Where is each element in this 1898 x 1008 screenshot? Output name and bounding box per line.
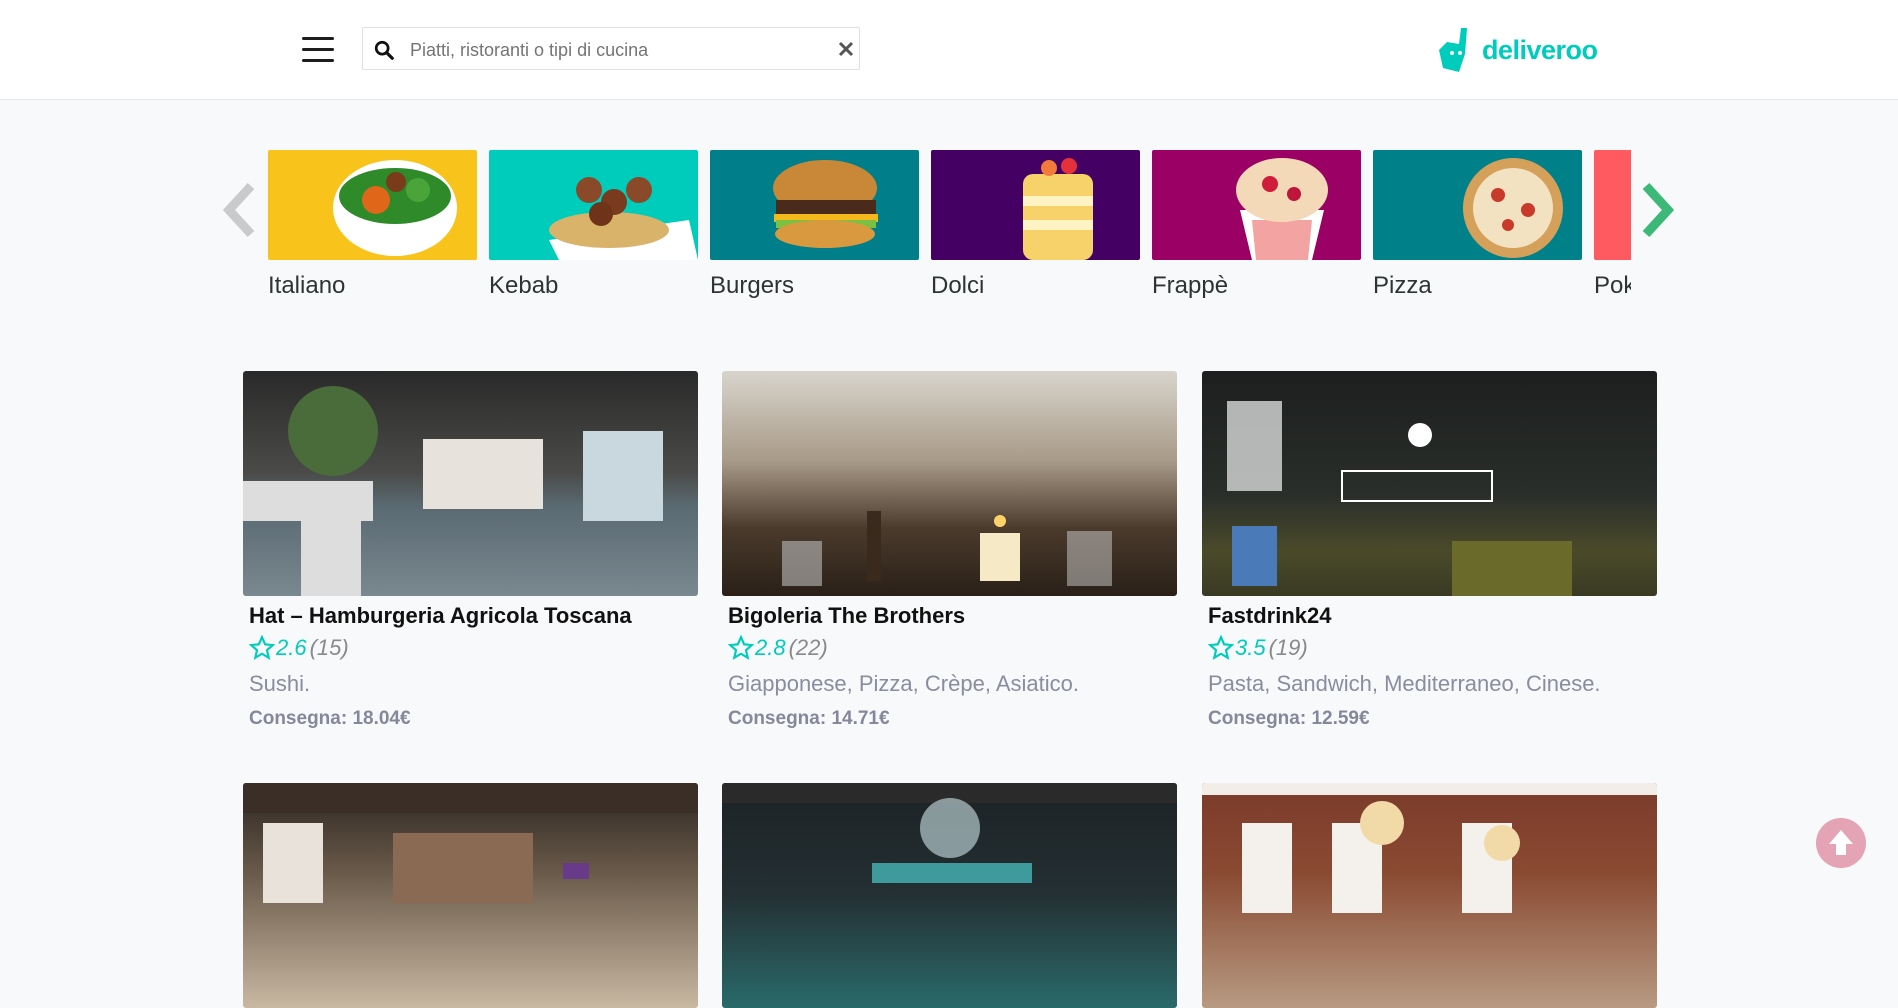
restaurant-name: Fastdrink24: [1208, 603, 1332, 628]
search-bar: [362, 27, 860, 70]
close-icon[interactable]: [837, 40, 855, 58]
category-image: [1594, 150, 1631, 260]
deliveroo-logo[interactable]: deliveroo: [1437, 28, 1598, 72]
restaurant-image: [722, 371, 1177, 596]
delivery-fee: Consegna: 14.71€: [728, 708, 890, 729]
category-image: [931, 150, 1140, 260]
rating-value: 2.6: [276, 635, 307, 660]
delivery-fee: Consegna: 18.04€: [249, 708, 411, 729]
rating-count: (22): [788, 635, 828, 660]
star-outline-icon: [728, 635, 754, 660]
category-label: Frappè: [1152, 272, 1229, 299]
restaurant-card[interactable]: [1202, 783, 1657, 1008]
category-italiano[interactable]: Italiano: [268, 150, 477, 300]
chevron-left-icon[interactable]: [221, 182, 261, 238]
restaurant-image: [1202, 783, 1657, 1008]
category-label: Dolci: [931, 272, 985, 299]
restaurant-cuisines: Giapponese, Pizza, Crèpe, Asiatico.: [728, 671, 1079, 696]
category-carousel: Italiano Kebab Burgers Dolci Frappè Pizz…: [268, 150, 1631, 300]
hamburger-menu-icon[interactable]: [302, 37, 334, 63]
category-label: Kebab: [489, 272, 559, 299]
category-label: Burgers: [710, 272, 795, 299]
restaurant-image: [243, 783, 698, 1008]
star-outline-icon: [249, 635, 275, 660]
category-dolci[interactable]: Dolci: [931, 150, 1140, 300]
restaurant-name: Hat – Hamburgeria Agricola Toscana: [249, 603, 632, 628]
search-input[interactable]: [408, 34, 812, 66]
scroll-to-top-button[interactable]: [1816, 818, 1866, 868]
category-image: [268, 150, 477, 260]
restaurant-card[interactable]: [722, 783, 1177, 1008]
category-kebab[interactable]: Kebab: [489, 150, 698, 300]
restaurant-name: Bigoleria The Brothers: [728, 603, 966, 628]
category-image: [489, 150, 698, 260]
category-frappe[interactable]: Frappè: [1152, 150, 1361, 300]
rating-value: 2.8: [755, 635, 786, 660]
restaurant-rating: 2.6 (15): [249, 635, 698, 661]
restaurant-rating: 2.8 (22): [728, 635, 1177, 661]
restaurant-image: [722, 783, 1177, 1008]
category-image: [1152, 150, 1361, 260]
restaurant-card[interactable]: Bigoleria The Brothers 2.8 (22) Giappone…: [722, 371, 1177, 730]
restaurant-card[interactable]: Hat – Hamburgeria Agricola Toscana 2.6 (…: [243, 371, 698, 730]
category-pizza[interactable]: Pizza: [1373, 150, 1582, 300]
restaurant-card[interactable]: Fastdrink24 3.5 (19) Pasta, Sandwich, Me…: [1202, 371, 1657, 730]
category-poke[interactable]: Poke: [1594, 150, 1631, 300]
logo-text: deliveroo: [1482, 34, 1598, 65]
restaurant-rating: 3.5 (19): [1208, 635, 1657, 661]
top-header: deliveroo: [0, 0, 1898, 100]
category-image: [1373, 150, 1582, 260]
category-image: [710, 150, 919, 260]
category-label: Pizza: [1373, 272, 1432, 299]
chevron-right-icon[interactable]: [1636, 182, 1676, 238]
rating-count: (15): [309, 635, 349, 660]
star-outline-icon: [1208, 635, 1234, 660]
search-icon: [374, 40, 394, 60]
category-label: Italiano: [268, 272, 346, 299]
rating-value: 3.5: [1235, 635, 1266, 660]
restaurant-image: [243, 371, 698, 596]
rating-count: (19): [1268, 635, 1308, 660]
delivery-fee: Consegna: 12.59€: [1208, 708, 1370, 729]
restaurant-card[interactable]: [243, 783, 698, 1008]
restaurant-cuisines: Pasta, Sandwich, Mediterraneo, Cinese.: [1208, 671, 1601, 696]
arrow-up-circle-icon: [1829, 830, 1853, 855]
category-label: Poke: [1594, 272, 1631, 299]
restaurant-image: [1202, 371, 1657, 596]
kangaroo-logo-icon: [1439, 28, 1467, 72]
category-burgers[interactable]: Burgers: [710, 150, 919, 300]
restaurant-cuisines: Sushi.: [249, 671, 311, 696]
